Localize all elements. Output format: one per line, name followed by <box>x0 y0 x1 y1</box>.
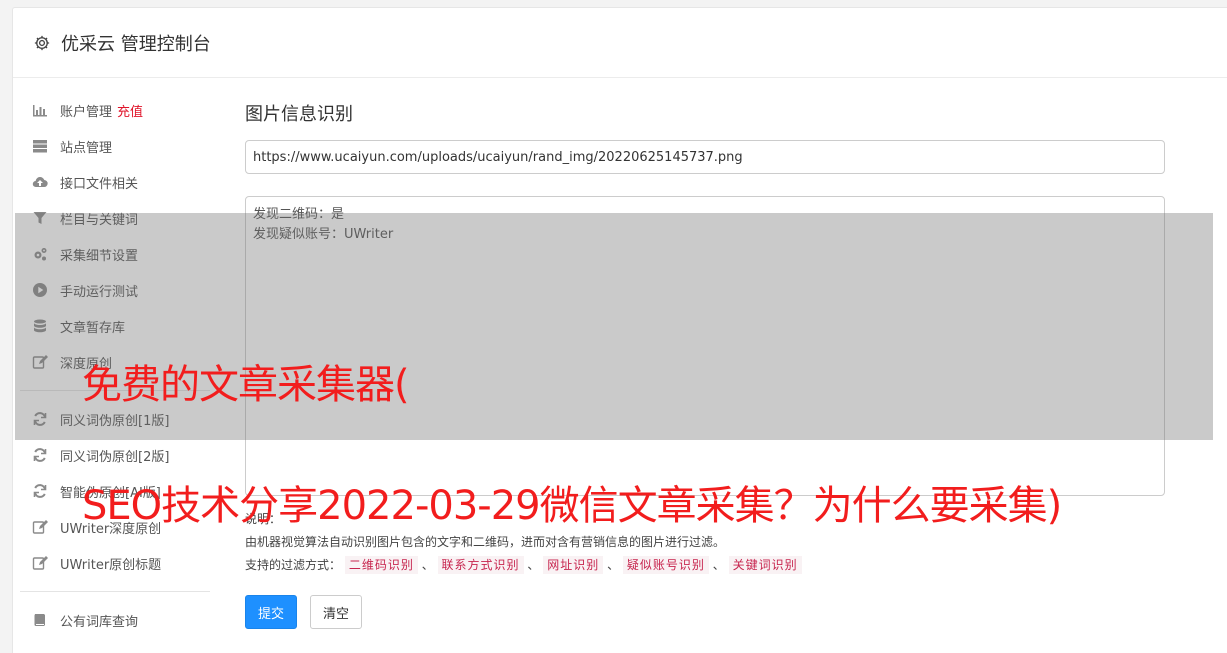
filter-label: 支持的过滤方式： <box>245 558 342 572</box>
filter-separator: 、 <box>712 558 725 572</box>
sidebar-item-account[interactable]: 账户管理 充值 <box>20 92 210 128</box>
filter-separator: 、 <box>527 558 540 572</box>
sidebar-item-synonym-v2[interactable]: 同义词伪原创[2版] <box>20 437 210 473</box>
filter-separator: 、 <box>421 558 434 572</box>
sidebar-item-label: 账户管理 <box>60 104 113 120</box>
watermark-text-line2: SEO技术分享2022-03-29微信文章采集？为什么要采集) <box>82 483 1062 529</box>
submit-button[interactable]: 提交 <box>245 595 298 629</box>
sidebar-item-sites[interactable]: 站点管理 <box>20 128 210 164</box>
filter-methods: 支持的过滤方式： 二维码识别 、 联系方式识别 、 网址识别 、 疑似账号识别 … <box>245 554 1165 577</box>
sidebar-item-label: 公有词库查询 <box>60 614 139 630</box>
refresh-icon <box>32 447 48 463</box>
page-title: 优采云 管理控制台 <box>61 33 211 55</box>
sidebar-item-label: 站点管理 <box>60 140 113 156</box>
sidebar-item-label: 同义词伪原创[2版] <box>60 449 170 465</box>
refresh-icon <box>32 483 48 499</box>
edit-icon <box>32 519 48 535</box>
filter-tag: 二维码识别 <box>344 556 418 574</box>
filter-separator: 、 <box>607 558 620 572</box>
book-icon <box>32 612 48 628</box>
sidebar-item-label: UWriter原创标题 <box>60 557 162 573</box>
image-url-input[interactable] <box>245 140 1165 174</box>
filter-tag: 疑似账号识别 <box>622 556 709 574</box>
bar-chart-icon <box>32 102 48 118</box>
cloud-upload-icon <box>32 174 48 190</box>
sidebar-item-interface-files[interactable]: 接口文件相关 <box>20 164 210 200</box>
sidebar-item-label: 接口文件相关 <box>60 176 139 192</box>
sidebar-item-uwriter-title[interactable]: UWriter原创标题 <box>20 545 210 581</box>
sidebar-item-public-lexicon[interactable]: 公有词库查询 <box>20 602 210 638</box>
watermark-text-line1: 免费的文章采集器( <box>82 362 410 408</box>
filter-tag: 网址识别 <box>543 556 604 574</box>
desc-text: 由机器视觉算法自动识别图片包含的文字和二维码，进而对含有营销信息的图片进行过滤。 <box>245 535 726 549</box>
filter-tag: 联系方式识别 <box>437 556 524 574</box>
gear-icon <box>34 35 50 50</box>
edit-icon <box>32 555 48 571</box>
panel-header: 优采云 管理控制台 <box>13 8 1227 78</box>
section-title: 图片信息识别 <box>245 104 353 125</box>
server-icon <box>32 138 48 154</box>
clear-button[interactable]: 清空 <box>310 595 363 629</box>
action-buttons: 提交 清空 <box>245 595 1165 629</box>
sidebar-divider <box>20 591 210 592</box>
filter-tag: 关键词识别 <box>728 556 802 574</box>
recharge-link[interactable]: 充值 <box>117 101 143 120</box>
